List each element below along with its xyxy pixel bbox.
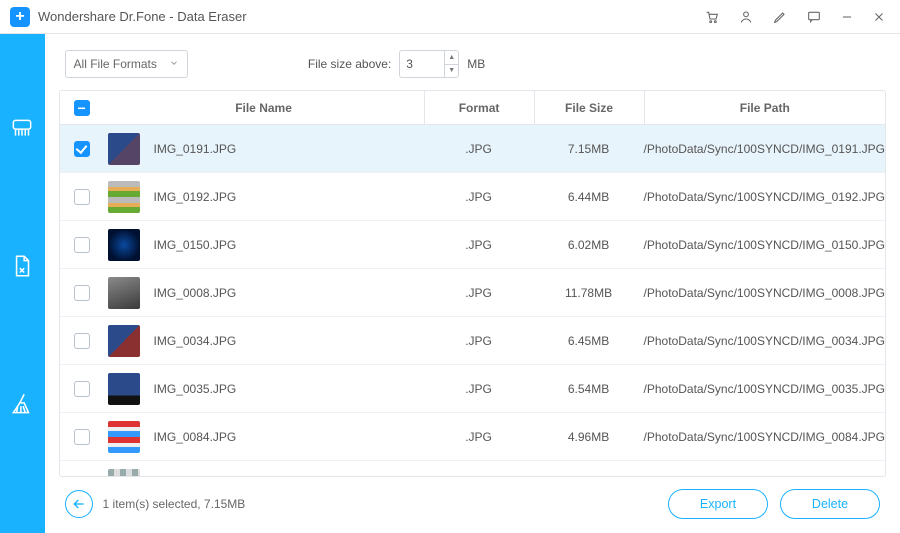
sidebar xyxy=(0,34,45,533)
file-name: IMG_0192.JPG xyxy=(154,190,237,204)
file-path: /PhotoData/Sync/100SYNCD/IMG_0150.JPG xyxy=(644,238,885,252)
thumbnail-icon xyxy=(108,133,140,165)
table-row[interactable]: IMG_0191.JPG .JPG7.15MB/PhotoData/Sync/10… xyxy=(60,125,885,173)
row-checkbox[interactable] xyxy=(74,141,90,157)
file-path: /PhotoData/Sync/100SYNCD/IMG_0084.JPG xyxy=(644,430,885,444)
file-size: 6.44MB xyxy=(534,190,644,204)
minimize-icon[interactable] xyxy=(840,10,854,24)
format-dropdown-label: All File Formats xyxy=(74,57,157,71)
size-filter: File size above: 3 ▲ ▼ MB xyxy=(308,50,485,78)
file-size: 7.15MB xyxy=(534,142,644,156)
row-checkbox[interactable] xyxy=(74,285,90,301)
file-path: /PhotoData/Sync/100SYNCD/IMG_0008.JPG xyxy=(644,286,885,300)
file-table: − File Name Format File Size File Path I… xyxy=(59,90,886,477)
close-icon[interactable] xyxy=(872,10,886,24)
size-filter-label: File size above: xyxy=(308,57,391,71)
broom-icon[interactable] xyxy=(8,390,36,418)
size-filter-input[interactable]: 3 ▲ ▼ xyxy=(399,50,459,78)
stepper-up-icon[interactable]: ▲ xyxy=(445,51,458,65)
export-button[interactable]: Export xyxy=(668,489,768,519)
file-size: 6.45MB xyxy=(534,334,644,348)
file-name: IMG_0034.JPG xyxy=(154,334,237,348)
table-row[interactable]: IMG_0084.JPG .JPG4.96MB/PhotoData/Sync/10… xyxy=(60,413,885,461)
header-size[interactable]: File Size xyxy=(534,91,644,124)
header-name[interactable]: File Name xyxy=(104,101,424,115)
table-row[interactable]: IMG_0035.JPG .JPG6.54MB/PhotoData/Sync/10… xyxy=(60,365,885,413)
file-format: .JPG xyxy=(424,286,534,300)
toolbar: All File Formats File size above: 3 ▲ ▼ … xyxy=(59,48,886,90)
header-format[interactable]: Format xyxy=(424,91,534,124)
file-format: .JPG xyxy=(424,430,534,444)
file-path: /PhotoData/Sync/100SYNCD/IMG_0034.JPG xyxy=(644,334,885,348)
file-name: IMG_0191.JPG xyxy=(154,142,237,156)
file-path: /PhotoData/Sync/100SYNCD/IMG_0192.JPG xyxy=(644,190,885,204)
file-format: .JPG xyxy=(424,142,534,156)
format-dropdown[interactable]: All File Formats xyxy=(65,50,188,78)
app-title: Wondershare Dr.Fone - Data Eraser xyxy=(38,9,247,24)
document-scan-icon[interactable] xyxy=(8,252,36,280)
file-format: .JPG xyxy=(424,238,534,252)
user-icon[interactable] xyxy=(738,9,754,25)
shredder-icon[interactable] xyxy=(8,114,36,142)
size-filter-value: 3 xyxy=(400,57,444,71)
table-row[interactable]: IMG_0034.JPG .JPG6.45MB/PhotoData/Sync/10… xyxy=(60,317,885,365)
selection-status: 1 item(s) selected, 7.15MB xyxy=(103,497,246,511)
table-row[interactable]: IMG_0241.JPG.JPG4.69MB/PhotoData/Sync/10… xyxy=(60,461,885,476)
footer: 1 item(s) selected, 7.15MB Export Delete xyxy=(59,477,886,523)
file-format: .JPG xyxy=(424,382,534,396)
feedback-icon[interactable] xyxy=(806,9,822,25)
cart-icon[interactable] xyxy=(704,9,720,25)
thumbnail-icon xyxy=(108,421,140,453)
row-checkbox[interactable] xyxy=(74,189,90,205)
row-checkbox[interactable] xyxy=(74,429,90,445)
thumbnail-icon xyxy=(108,325,140,357)
header-path[interactable]: File Path xyxy=(644,91,885,124)
file-path: /PhotoData/Sync/100SYNCD/IMG_0035.JPG xyxy=(644,382,885,396)
window-controls xyxy=(704,9,886,25)
file-name: IMG_0008.JPG xyxy=(154,286,237,300)
file-size: 11.78MB xyxy=(534,286,644,300)
stepper-down-icon[interactable]: ▼ xyxy=(445,65,458,78)
file-name: IMG_0084.JPG xyxy=(154,430,237,444)
row-checkbox[interactable] xyxy=(74,381,90,397)
table-row[interactable]: IMG_0008.JPG .JPG11.78MB/PhotoData/Sync/1… xyxy=(60,269,885,317)
thumbnail-icon xyxy=(108,277,140,309)
row-checkbox[interactable] xyxy=(74,333,90,349)
app-logo-icon: + xyxy=(10,7,30,27)
thumbnail-icon xyxy=(108,373,140,405)
file-name: IMG_0150.JPG xyxy=(154,238,237,252)
row-checkbox[interactable] xyxy=(74,237,90,253)
table-row[interactable]: IMG_0192.JPG .JPG6.44MB/PhotoData/Sync/10… xyxy=(60,173,885,221)
edit-icon[interactable] xyxy=(772,9,788,25)
file-size: 4.96MB xyxy=(534,430,644,444)
file-format: .JPG xyxy=(424,190,534,204)
thumbnail-icon xyxy=(108,181,140,213)
table-body[interactable]: IMG_0191.JPG.JPG7.15MB/PhotoData/Sync/10… xyxy=(60,125,885,476)
file-format: .JPG xyxy=(424,334,534,348)
thumbnail-icon xyxy=(108,229,140,261)
titlebar: + Wondershare Dr.Fone - Data Eraser xyxy=(0,0,900,34)
table-row[interactable]: IMG_0150.JPG .JPG6.02MB/PhotoData/Sync/10… xyxy=(60,221,885,269)
file-name: IMG_0035.JPG xyxy=(154,382,237,396)
delete-button[interactable]: Delete xyxy=(780,489,880,519)
size-filter-unit: MB xyxy=(467,57,485,71)
chevron-down-icon xyxy=(169,57,179,71)
file-size: 6.02MB xyxy=(534,238,644,252)
master-checkbox[interactable]: − xyxy=(74,100,90,116)
file-path: /PhotoData/Sync/100SYNCD/IMG_0191.JPG xyxy=(644,142,885,156)
file-size: 6.54MB xyxy=(534,382,644,396)
back-button[interactable] xyxy=(65,490,93,518)
thumbnail-icon xyxy=(108,469,140,477)
table-header: − File Name Format File Size File Path xyxy=(60,91,885,125)
